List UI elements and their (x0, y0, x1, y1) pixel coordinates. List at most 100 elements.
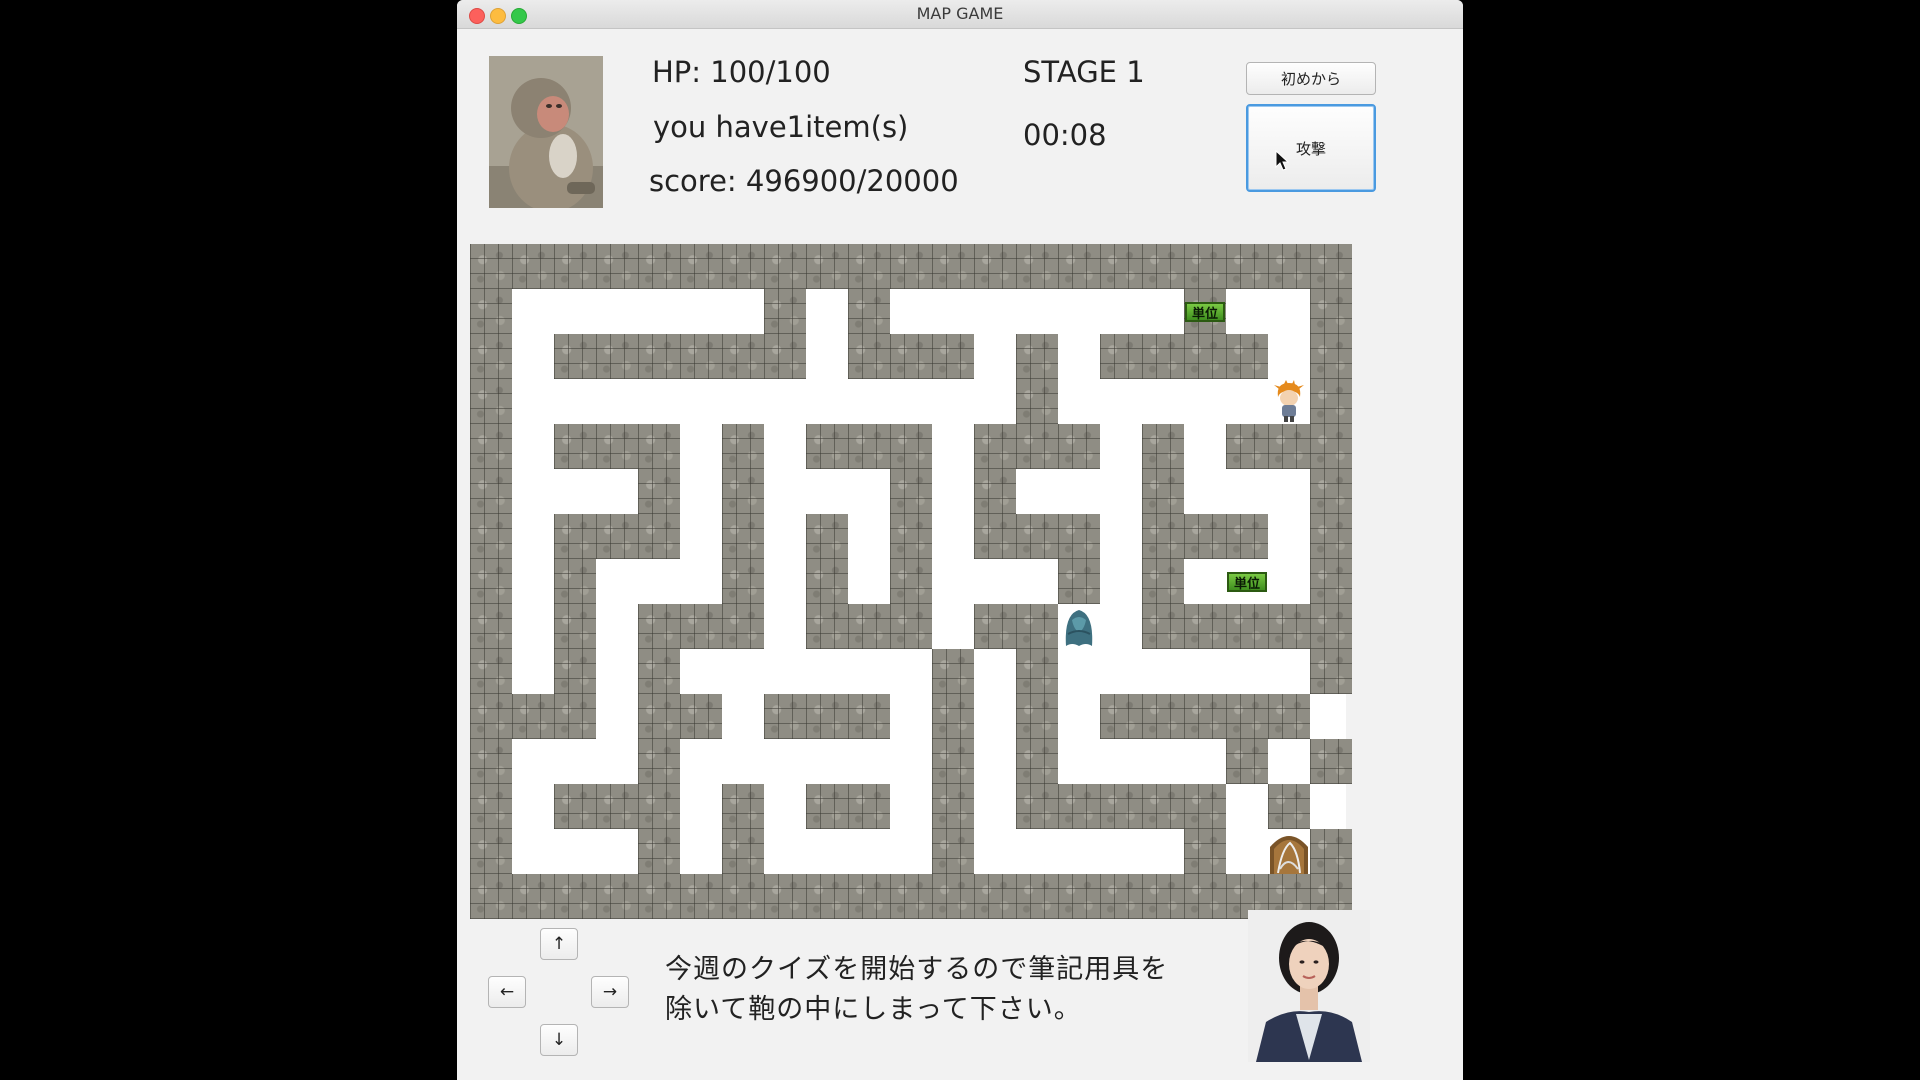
maze-wall-tile (512, 244, 554, 289)
maze-wall-tile (470, 739, 512, 784)
maze-wall-tile (512, 874, 554, 919)
maze-wall-tile (1058, 244, 1100, 289)
maze-wall-tile (470, 559, 512, 604)
enemy-character (1058, 604, 1100, 649)
maze-wall-tile (722, 334, 764, 379)
teacher-portrait-image (1248, 910, 1370, 1062)
maze-wall-tile (848, 289, 890, 334)
move-up-button[interactable]: ↑ (540, 928, 578, 960)
maze-wall-tile (1184, 784, 1226, 829)
maze-wall-tile (1310, 829, 1352, 874)
maze-wall-tile (554, 514, 596, 559)
maze-wall-tile (806, 424, 848, 469)
credit-item-badge: 単位 (1227, 572, 1267, 592)
maze-wall-tile (1142, 604, 1184, 649)
move-down-button[interactable]: ↓ (540, 1024, 578, 1056)
move-left-button[interactable]: ← (488, 976, 526, 1008)
maze-wall-tile (806, 604, 848, 649)
maze-wall-tile (638, 604, 680, 649)
maze-wall-tile (764, 694, 806, 739)
maze-wall-tile (1016, 244, 1058, 289)
maze-wall-tile (638, 514, 680, 559)
maze-wall-tile (974, 874, 1016, 919)
maze-wall-tile (680, 604, 722, 649)
maze-wall-tile (1184, 604, 1226, 649)
maze-wall-tile (596, 874, 638, 919)
maze-wall-tile (554, 559, 596, 604)
maze-wall-tile (470, 514, 512, 559)
maze-wall-tile (1058, 514, 1100, 559)
maze-wall-tile (680, 874, 722, 919)
maze-wall-tile (932, 784, 974, 829)
window-title: MAP GAME (916, 4, 1004, 23)
maze-wall-tile (848, 784, 890, 829)
move-right-button[interactable]: → (591, 976, 629, 1008)
maze-wall-tile (1268, 244, 1310, 289)
maze-wall-tile (932, 694, 974, 739)
maze-wall-tile (1310, 514, 1352, 559)
maze-wall-tile (1142, 784, 1184, 829)
maze-wall-tile (1100, 784, 1142, 829)
maze-wall-tile (1142, 424, 1184, 469)
maze-wall-tile (722, 784, 764, 829)
maze-wall-tile (848, 604, 890, 649)
maze-wall-tile (722, 874, 764, 919)
maze-wall-tile (1268, 604, 1310, 649)
maze-wall-tile (1058, 874, 1100, 919)
maze-wall-tile (470, 424, 512, 469)
maze-wall-tile (806, 559, 848, 604)
maze-wall-tile (1226, 739, 1268, 784)
maze-wall-tile (890, 244, 932, 289)
maximize-window-button[interactable] (511, 8, 527, 24)
maze-wall-tile (554, 784, 596, 829)
maze-wall-tile (1016, 739, 1058, 784)
mouse-cursor-icon (1275, 150, 1290, 171)
dialog-line-2: 除いて鞄の中にしまって下さい。 (665, 994, 1082, 1025)
maze-wall-tile (890, 424, 932, 469)
maze-wall-tile (470, 649, 512, 694)
maze-wall-tile (638, 829, 680, 874)
maze-wall-tile (848, 244, 890, 289)
maze-wall-tile (596, 514, 638, 559)
maze-wall-tile (470, 379, 512, 424)
restart-button[interactable]: 初めから (1246, 62, 1376, 95)
maze-wall-tile (1100, 874, 1142, 919)
maze-map: 単位 単位 (470, 244, 1352, 919)
maze-wall-tile (1310, 649, 1352, 694)
maze-wall-tile (974, 514, 1016, 559)
maze-wall-tile (1310, 739, 1352, 784)
maze-wall-tile (596, 244, 638, 289)
maze-wall-tile (764, 874, 806, 919)
maze-wall-tile (1016, 514, 1058, 559)
maze-wall-tile (638, 424, 680, 469)
maze-wall-tile (1184, 514, 1226, 559)
maze-wall-tile (890, 334, 932, 379)
maze-wall-tile (470, 334, 512, 379)
maze-wall-tile (806, 694, 848, 739)
maze-wall-tile (1016, 424, 1058, 469)
maze-wall-tile (1058, 784, 1100, 829)
maze-wall-tile (1184, 244, 1226, 289)
maze-wall-tile (1184, 334, 1226, 379)
teacher-portrait (1248, 910, 1370, 1062)
maze-wall-tile (596, 334, 638, 379)
attack-button[interactable]: 攻撃 (1246, 104, 1376, 192)
maze-wall-tile (554, 649, 596, 694)
maze-wall-tile (470, 829, 512, 874)
maze-wall-tile (722, 829, 764, 874)
maze-wall-tile (638, 874, 680, 919)
maze-wall-tile (1310, 379, 1352, 424)
minimize-window-button[interactable] (490, 8, 506, 24)
close-window-button[interactable] (469, 8, 485, 24)
maze-wall-tile (1142, 559, 1184, 604)
maze-wall-tile (1142, 244, 1184, 289)
maze-wall-tile (554, 334, 596, 379)
maze-wall-tile (722, 514, 764, 559)
maze-wall-tile (722, 424, 764, 469)
maze-wall-tile (1016, 784, 1058, 829)
credit-item-badge: 単位 (1185, 302, 1225, 322)
maze-wall-tile (848, 334, 890, 379)
maze-wall-tile (1226, 334, 1268, 379)
maze-wall-tile (764, 334, 806, 379)
score-label: score: 496900/20000 (649, 164, 959, 198)
